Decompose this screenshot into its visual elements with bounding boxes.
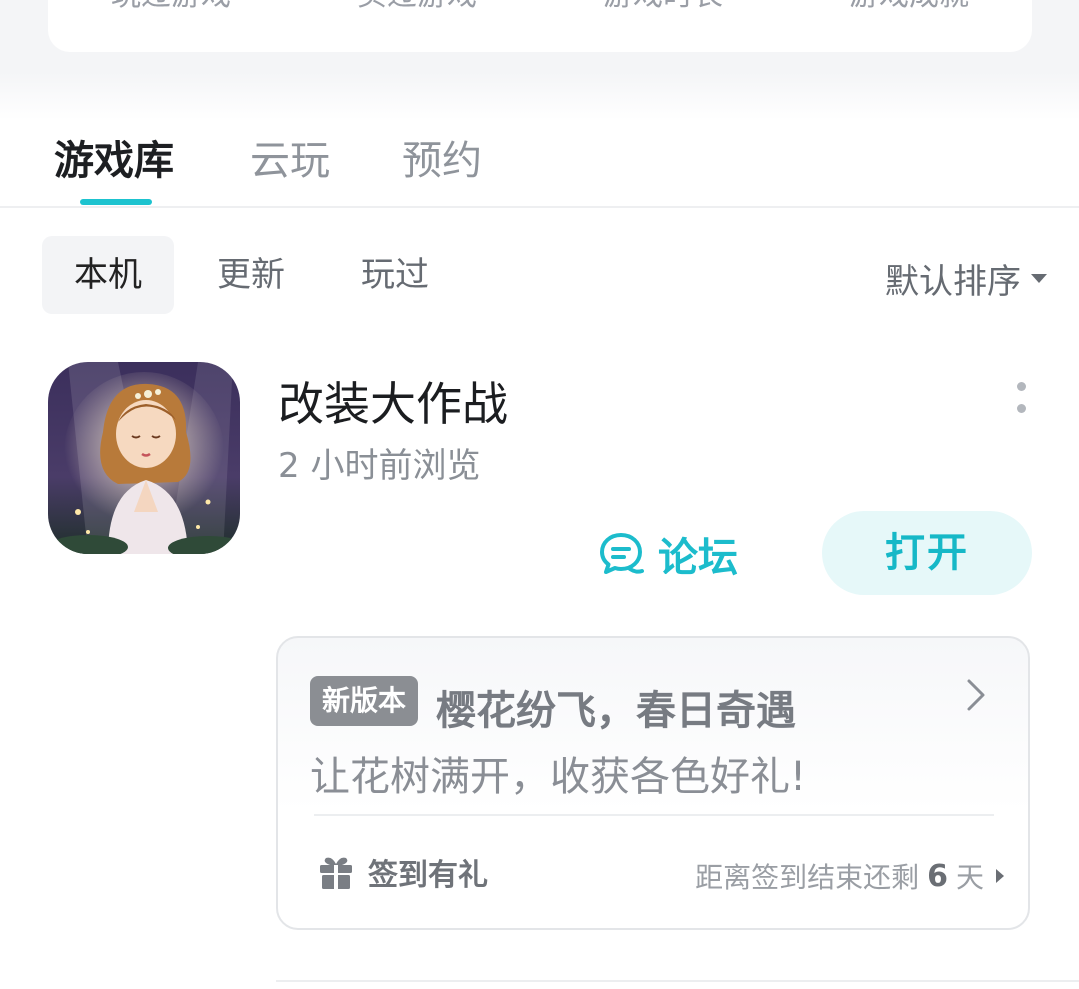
countdown-suffix: 天 xyxy=(955,861,984,894)
version-promo-card[interactable]: 新版本 樱花纷飞，春日奇遇 让花树满开，收获各色好礼! 签到有礼 距离签到结束还… xyxy=(276,636,1030,930)
more-options-icon[interactable] xyxy=(1014,382,1028,418)
checkin-countdown[interactable]: 距离签到结束还剩 6 天 xyxy=(695,856,1004,896)
caret-down-icon xyxy=(1031,274,1047,283)
list-divider xyxy=(276,980,1079,982)
subtab-played[interactable]: 玩过 xyxy=(361,236,429,314)
stat-played-games[interactable]: 玩过游戏 xyxy=(111,0,231,14)
checkin-reward-link[interactable]: 签到有礼 xyxy=(318,850,488,894)
forum-button[interactable]: 论坛 xyxy=(598,530,738,581)
subtab-local[interactable]: 本机 xyxy=(42,236,174,314)
game-last-browsed: 2 小时前浏览 xyxy=(278,446,481,486)
promo-title: 樱花纷飞，春日奇遇 xyxy=(436,688,796,734)
forum-label: 论坛 xyxy=(658,535,738,581)
stat-achievements[interactable]: 游戏成就 xyxy=(849,0,969,14)
checkin-reward-label: 签到有礼 xyxy=(368,858,488,893)
new-version-badge: 新版本 xyxy=(310,676,419,726)
countdown-days: 6 xyxy=(927,858,948,894)
promo-description: 让花树满开，收获各色好礼! xyxy=(310,754,807,800)
main-tab-bar: 游戏库 云玩 预约 xyxy=(0,120,1079,206)
sort-dropdown[interactable]: 默认排序 xyxy=(885,254,1047,303)
stat-purchased-games[interactable]: 买过游戏 xyxy=(357,0,477,14)
gift-icon xyxy=(320,857,352,889)
chat-bubble-icon xyxy=(600,533,644,574)
caret-right-icon xyxy=(996,869,1004,883)
tab-cloud-play[interactable]: 云玩 xyxy=(250,128,330,186)
sort-label: 默认排序 xyxy=(885,262,1021,302)
tabs-divider xyxy=(0,206,1079,208)
game-title[interactable]: 改装大作战 xyxy=(278,368,508,434)
open-game-button[interactable]: 打开 xyxy=(822,511,1032,595)
tab-reservations[interactable]: 预约 xyxy=(402,128,482,186)
tab-game-library[interactable]: 游戏库 xyxy=(54,128,174,186)
chevron-right-icon xyxy=(967,679,985,711)
subtab-updates[interactable]: 更新 xyxy=(217,236,285,314)
game-app-icon[interactable] xyxy=(48,362,240,554)
promo-divider xyxy=(314,814,994,816)
stat-play-time[interactable]: 游戏时长 xyxy=(603,0,723,14)
active-tab-indicator xyxy=(80,199,152,205)
countdown-prefix: 距离签到结束还剩 xyxy=(695,861,920,894)
stats-card: 玩过游戏 买过游戏 游戏时长 游戏成就 xyxy=(48,0,1032,52)
